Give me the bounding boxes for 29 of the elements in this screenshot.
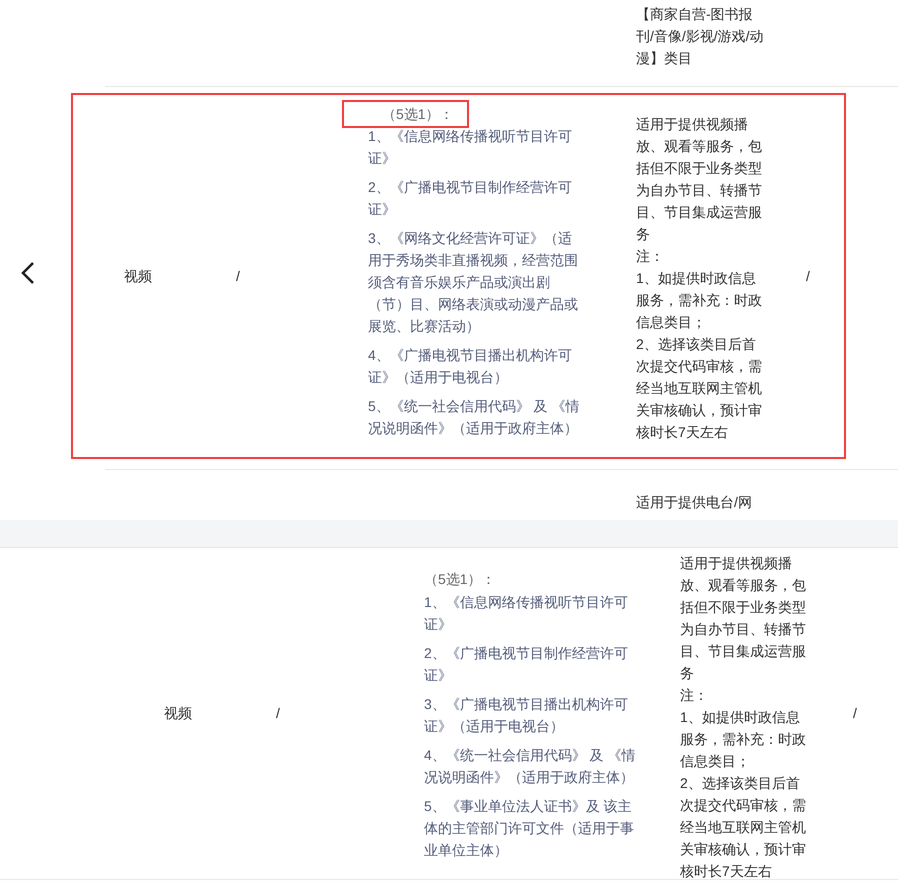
column-5-text: / [853,704,857,723]
column-5-text: / [806,266,810,286]
description-text: 1、如提供时政信息服务，需补充：时政信息类目； [636,269,763,332]
license-item: 5、《统一社会信用代码》 及 《情况说明函件》（适用于政府主体） [368,397,581,438]
column-2-text: / [236,266,241,286]
description-text: 注： [636,247,665,266]
category-text: 视频 [124,266,153,286]
option-count-label: （5选1）： [424,570,497,588]
description-text: 2、选择该类目后首次提交代码审核，需经当地互联网主管机关审核确认，预计审核时长7天左右 [636,335,763,442]
license-item: 1、《信息网络传播视听节目许可证》 [424,592,629,634]
license-item: 3、《广播电视节目播出机构许可证》（适用于电视台） [424,694,629,736]
option-count-label: （5选1）： [342,100,469,128]
description-text: 【商家自营-图书报刊/音像/影视/游戏/动漫】类目 [636,5,764,68]
description-text: 适用于提供视频播放、观看等服务，包括但不限于业务类型为自办节目、转播节目、节目集成运营服务 [680,554,807,683]
description-text: 2、选择该类目后首次提交代码审核，需经当地互联网主管机关审核确认，预计审核时长7天左右 [680,774,807,881]
license-item: 5、《事业单位法人证书》及 该主体的主管部门许可文件（适用于事业单位主体） [424,796,635,860]
license-item: 2、《广播电视节目制作经营许可证》 [424,644,629,684]
description-text: 1、如提供时政信息服务，需补充：时政信息类目； [680,708,807,771]
license-item: 2、《广播电视节目制作经营许可证》 [368,178,573,219]
column-2-text: / [276,704,281,723]
description-text: 适用于提供电台/网 [636,493,753,512]
category-text: 视频 [164,704,193,723]
description-text: 注： [680,686,709,705]
license-item: 1、《信息网络传播视听节目许可证》 [368,127,573,168]
license-item: 4、《广播电视节目播出机构许可证》（适用于电视台） [368,346,573,387]
description-text: 适用于提供视频播放、观看等服务，包括但不限于业务类型为自办节目、转播节目、节目集成运营服务 [636,115,763,244]
license-item: 4、《统一社会信用代码》 及 《情况说明函件》（适用于政府主体） [424,746,637,786]
chevron-left-icon [21,261,35,285]
license-item: 3、《网络文化经营许可证》（适用于秀场类非直播视频，经营范围须含有音乐娱乐产品或演出剧（节）目、网络表演或动漫产品或展览、比赛活动） [368,229,579,336]
